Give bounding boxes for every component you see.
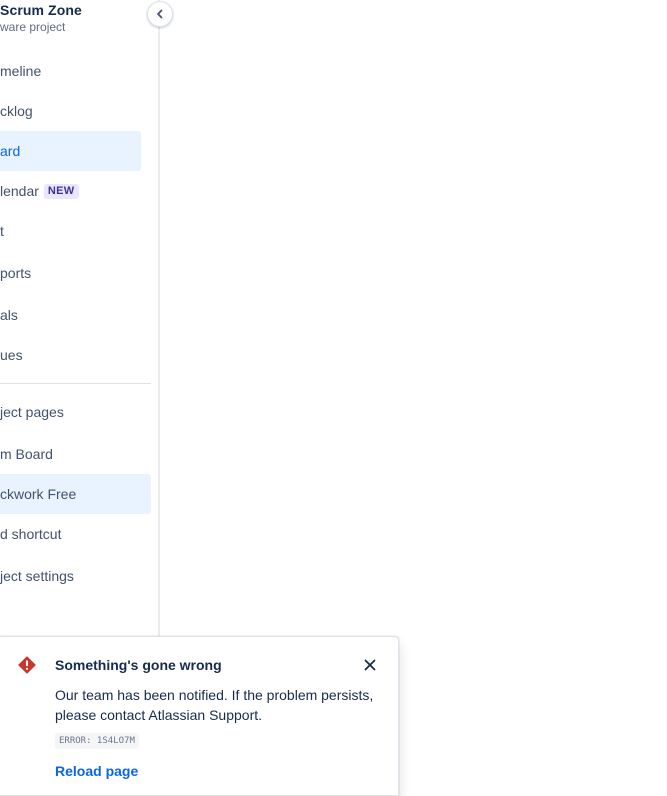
project-name: Scrum Zone [0,2,82,18]
flag-message: Our team has been notified. If the probl… [55,687,374,723]
error-icon [18,656,36,674]
sidebar-item-timeline[interactable]: meline [0,51,141,91]
sidebar-item-label: ports [0,265,32,281]
error-code: ERROR: 1S4LO7M [55,733,139,749]
sidebar-item-calendar[interactable]: lendar NEW [0,171,141,211]
sidebar-item-list[interactable]: t [0,211,141,251]
sidebar-item-clockwork-free[interactable]: ckwork Free [0,474,151,514]
sidebar-divider [0,383,151,384]
sidebar-item-label: t [0,223,4,239]
sidebar-item-board[interactable]: ard [0,131,141,171]
sidebar-item-reports[interactable]: ports [0,253,141,293]
reload-page-button[interactable]: Reload page [55,763,138,779]
sidebar-item-goals[interactable]: als [0,295,141,335]
sidebar-item-label: m Board [0,446,53,462]
sidebar-item-label: d shortcut [0,526,62,542]
close-button[interactable] [362,657,378,673]
sidebar-item-label: lendar [0,183,39,199]
sidebar-item-label: meline [0,63,42,79]
sidebar-item-label: als [0,307,18,323]
sidebar-item-project-pages[interactable]: ject pages [0,392,151,432]
sidebar-item-project-settings[interactable]: ject settings [0,556,151,596]
project-header[interactable]: Scrum Zone ware project [0,0,158,40]
sidebar-item-backlog[interactable]: cklog [0,91,141,131]
sidebar-item-label: ard [0,143,21,159]
project-type: ware project [0,20,66,34]
sidebar-item-issues[interactable]: ues [0,335,141,375]
sidebar-item-label: ckwork Free [0,486,77,502]
sidebar-item-add-shortcut[interactable]: d shortcut [0,514,151,554]
sidebar-item-label: ject settings [0,568,74,584]
sidebar-item-label: ject pages [0,404,64,420]
flag-title: Something's gone wrong [55,657,222,673]
new-badge: NEW [43,183,79,199]
sidebar-item-team-board[interactable]: m Board [0,434,151,474]
close-icon [364,659,376,671]
sidebar-item-label: cklog [0,103,33,119]
sidebar-item-label: ues [0,347,23,363]
error-flag: Something's gone wrong Our team has been… [0,636,399,796]
